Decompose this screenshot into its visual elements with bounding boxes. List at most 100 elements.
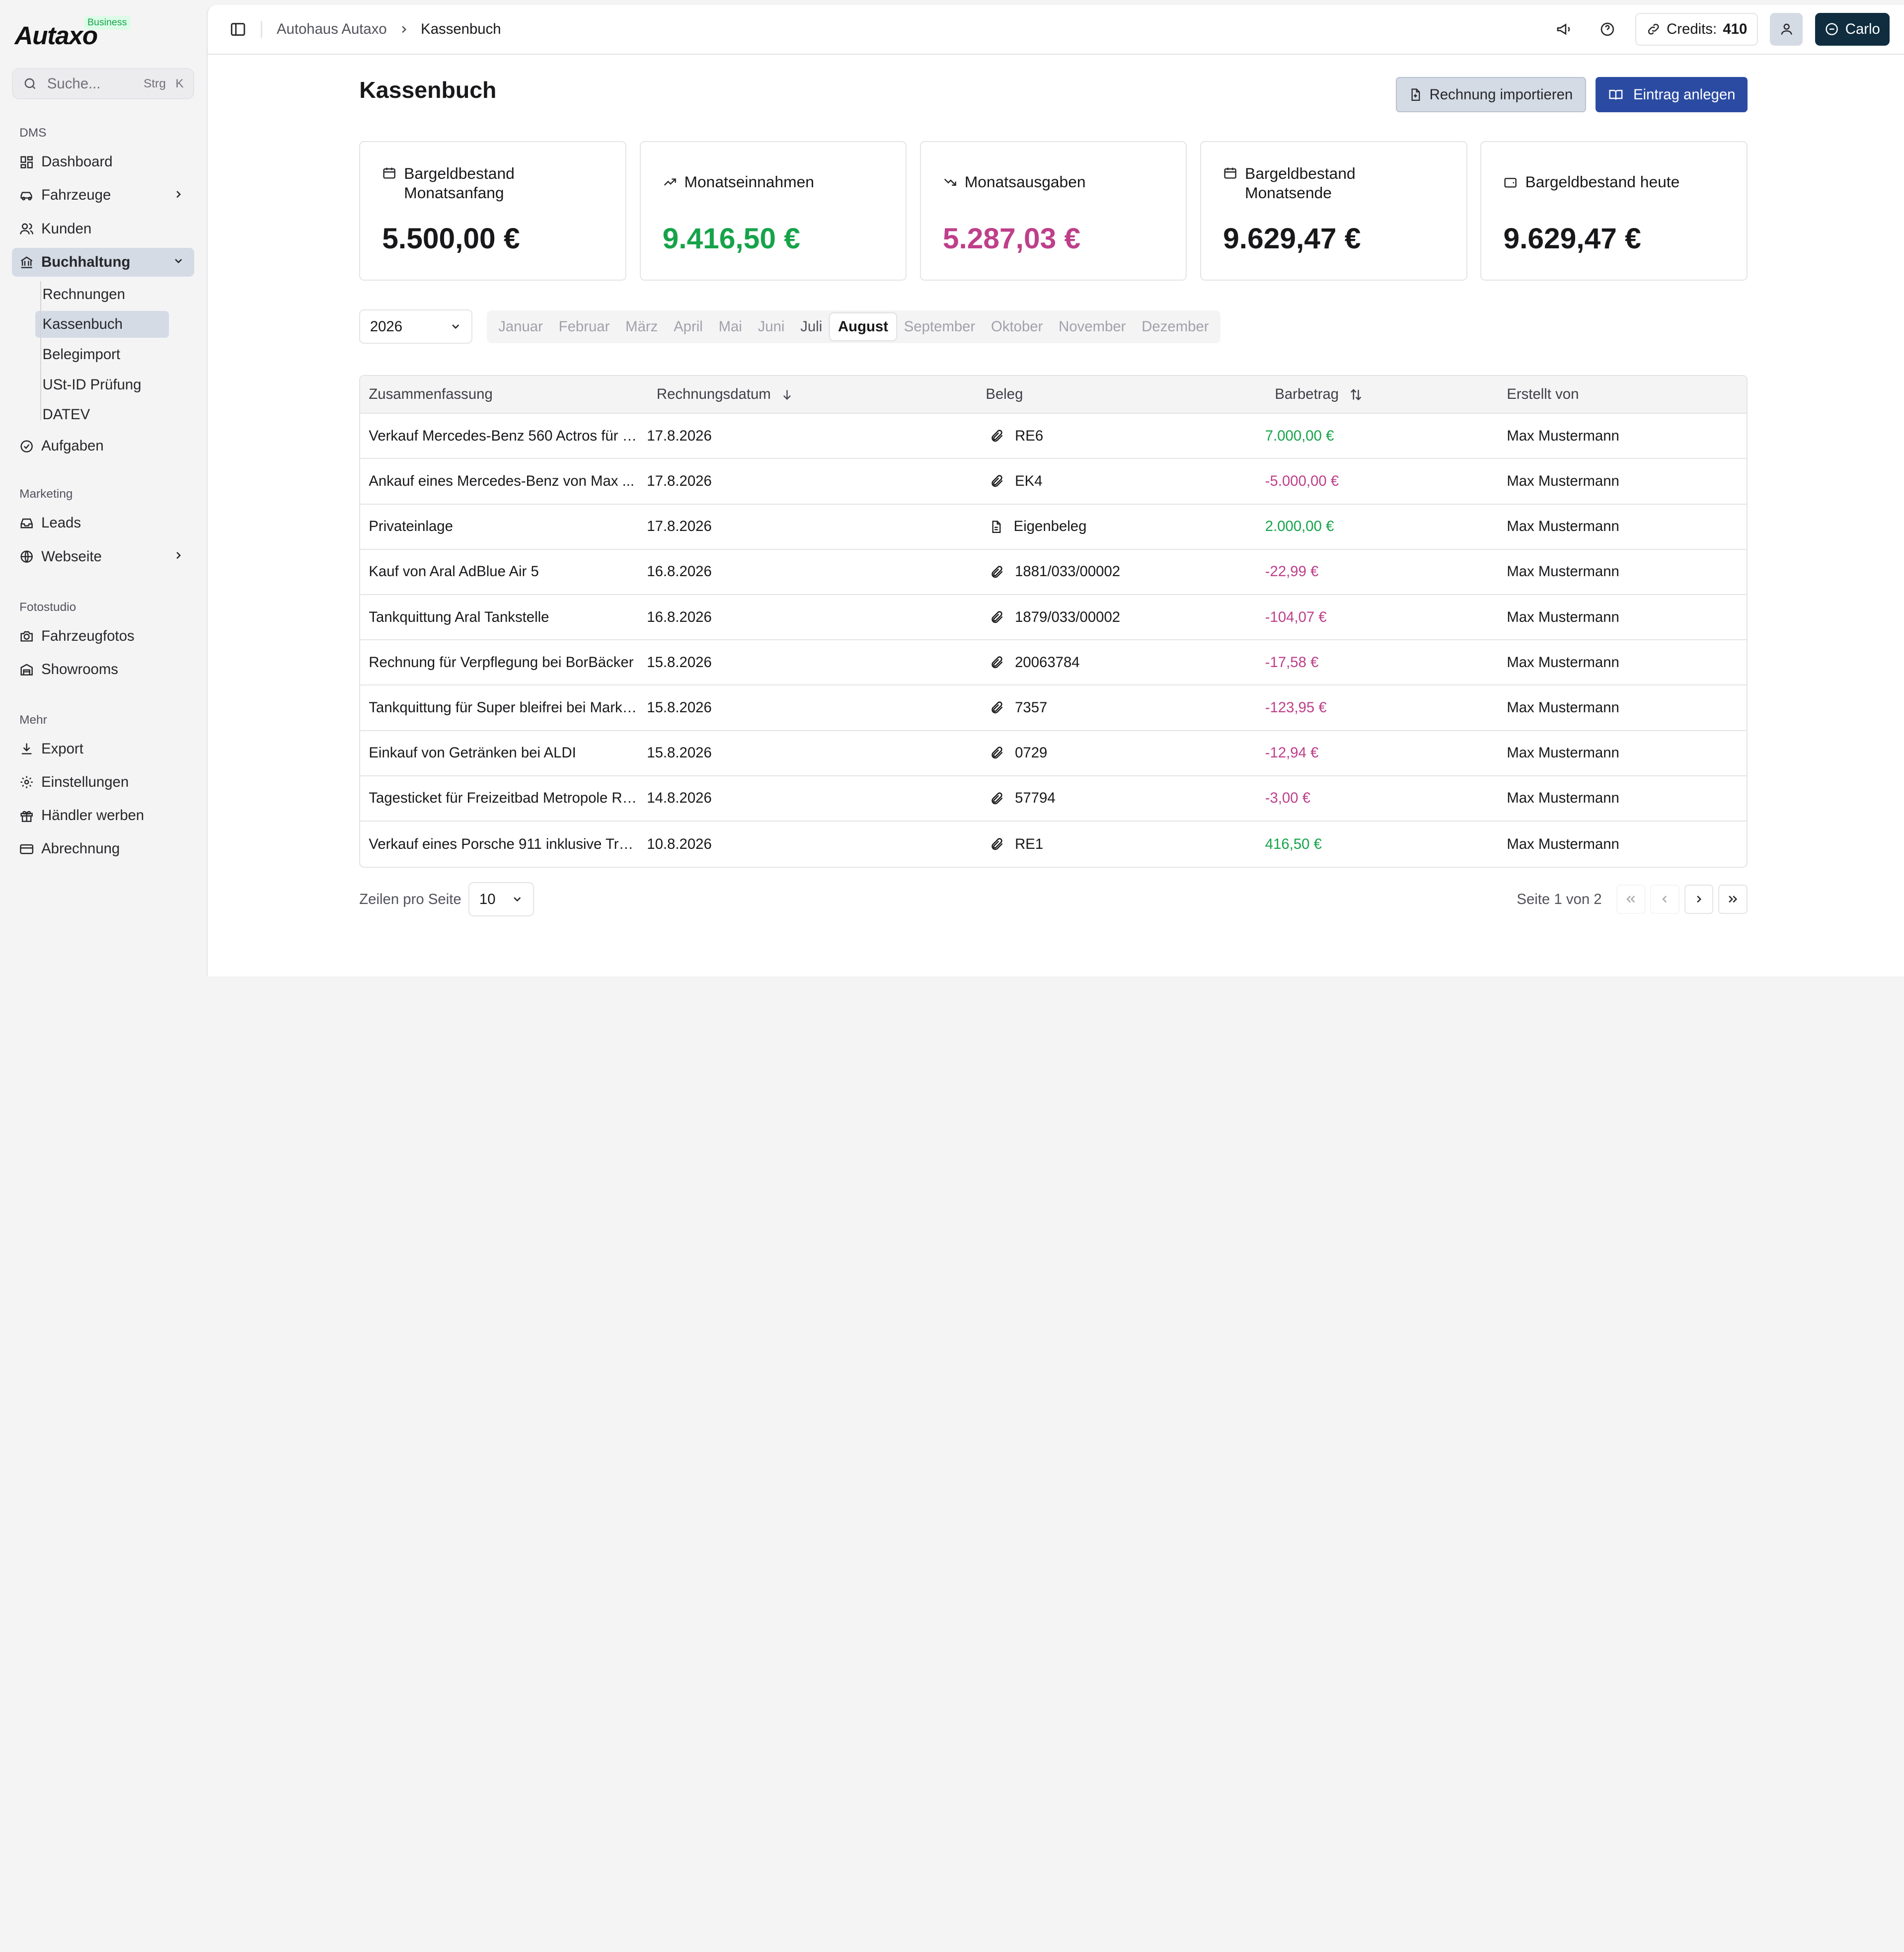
sidebar-item-label: Aufgaben xyxy=(41,438,104,454)
logo[interactable]: Autaxo Business xyxy=(14,12,194,48)
table-row[interactable]: Einkauf von Getränken bei ALDI15.8.20260… xyxy=(360,731,1747,776)
tab-month-juni[interactable]: Juni xyxy=(750,313,793,340)
main-panel: Autohaus Autaxo Kassenbuch Credits: 410 xyxy=(207,5,1904,976)
cell-summary: Einkauf von Getränken bei ALDI xyxy=(360,745,647,761)
app-root: Autaxo Business Suche... Strg K DMS Dash… xyxy=(0,0,1904,976)
tab-month-september[interactable]: September xyxy=(896,313,983,340)
next-page-button[interactable] xyxy=(1684,885,1714,914)
sidebar-item-fahrzeugfotos[interactable]: Fahrzeugfotos xyxy=(12,621,194,651)
cell-receipt[interactable]: 0729 xyxy=(986,745,1265,761)
cell-receipt[interactable]: 57794 xyxy=(986,790,1265,807)
sidebar-item-kunden[interactable]: Kunden xyxy=(12,214,194,243)
sidebar-item-rechnungen[interactable]: Rechnungen xyxy=(35,281,169,308)
wallet-calendar-icon xyxy=(382,166,396,180)
tab-month-november[interactable]: November xyxy=(1051,313,1134,340)
column-date[interactable]: Rechnungsdatum xyxy=(647,386,986,403)
help-icon xyxy=(1599,21,1615,37)
tab-month-august[interactable]: August xyxy=(830,313,896,340)
sidebar-item-einstellungen[interactable]: Einstellungen xyxy=(12,768,194,797)
breadcrumb-root[interactable]: Autohaus Autaxo xyxy=(277,21,387,38)
cell-receipt[interactable]: EK4 xyxy=(986,473,1265,490)
chevron-right-icon xyxy=(172,188,184,200)
table-row[interactable]: Tankquittung Aral Tankstelle16.8.2026187… xyxy=(360,595,1747,640)
announcement-button[interactable] xyxy=(1548,13,1580,45)
cell-receipt[interactable]: RE6 xyxy=(986,428,1265,445)
chevron-down-icon xyxy=(450,320,461,332)
year-select[interactable]: 2026 xyxy=(359,309,472,343)
first-page-button[interactable] xyxy=(1616,885,1646,914)
user-icon xyxy=(1779,22,1794,36)
cell-amount: 7.000,00 € xyxy=(1265,428,1507,445)
sidebar-item-ustid[interactable]: USt-ID Prüfung xyxy=(35,372,169,398)
cell-receipt[interactable]: 20063784 xyxy=(986,654,1265,671)
cell-amount: -12,94 € xyxy=(1265,745,1507,761)
tab-month-januar[interactable]: Januar xyxy=(490,313,550,340)
sidebar-item-export[interactable]: Export xyxy=(12,734,194,763)
sidebar-item-aufgaben[interactable]: Aufgaben xyxy=(12,432,194,461)
create-entry-button[interactable]: Eintrag anlegen xyxy=(1596,77,1748,112)
table-row[interactable]: Kauf von Aral AdBlue Air 516.8.20261881/… xyxy=(360,550,1747,595)
tab-month-dezember[interactable]: Dezember xyxy=(1134,313,1217,340)
sidebar-item-datev[interactable]: DATEV xyxy=(35,401,169,428)
tab-month-juli[interactable]: Juli xyxy=(792,313,830,340)
sidebar-item-abrechnung[interactable]: Abrechnung xyxy=(12,834,194,864)
wallet-icon xyxy=(1503,175,1518,189)
cell-receipt[interactable]: 1879/033/00002 xyxy=(986,609,1265,626)
search-shortcut-key: K xyxy=(175,77,183,91)
cell-receipt[interactable]: 1881/033/00002 xyxy=(986,563,1265,580)
rows-per-page-select[interactable]: 10 xyxy=(468,882,534,916)
table-row[interactable]: Tankquittung für Super bleifrei bei Mark… xyxy=(360,685,1747,731)
section-fotostudio: Fotostudio xyxy=(19,601,194,614)
sidebar-item-leads[interactable]: Leads xyxy=(12,509,194,538)
column-amount[interactable]: Barbetrag xyxy=(1265,386,1507,403)
card-cash-today: Bargeldbestand heute 9.629,47 € xyxy=(1480,141,1747,281)
tab-month-april[interactable]: April xyxy=(666,313,710,340)
last-page-button[interactable] xyxy=(1718,885,1748,914)
users-icon xyxy=(19,222,34,236)
sidebar-item-haendler-werben[interactable]: Händler werben xyxy=(12,801,194,830)
table-row[interactable]: Ankauf eines Mercedes-Benz von Max ...17… xyxy=(360,459,1747,504)
tab-month-maerz[interactable]: März xyxy=(617,313,666,340)
credits-button[interactable]: Credits: 410 xyxy=(1635,13,1758,46)
prev-page-button[interactable] xyxy=(1650,885,1679,914)
user-button[interactable] xyxy=(1770,13,1803,46)
tab-month-mai[interactable]: Mai xyxy=(711,313,750,340)
sidebar-item-webseite[interactable]: Webseite xyxy=(12,542,194,571)
table-body: Verkauf Mercedes-Benz 560 Actros für 1..… xyxy=(360,414,1747,867)
sidebar-toggle-icon[interactable] xyxy=(229,21,246,38)
import-invoice-button[interactable]: Rechnung importieren xyxy=(1396,77,1586,112)
sidebar-item-belegimport[interactable]: Belegimport xyxy=(35,341,169,368)
receipt-label: 20063784 xyxy=(1015,654,1080,671)
cell-receipt[interactable]: RE1 xyxy=(986,836,1265,853)
receipt-label: 57794 xyxy=(1015,790,1056,807)
help-button[interactable] xyxy=(1592,13,1623,45)
sidebar-item-showrooms[interactable]: Showrooms xyxy=(12,655,194,684)
table-row[interactable]: Verkauf Mercedes-Benz 560 Actros für 1..… xyxy=(360,414,1747,459)
table-row[interactable]: Verkauf eines Porsche 911 inklusive Tran… xyxy=(360,822,1747,867)
card-header: Monatseinnahmen xyxy=(663,164,884,203)
sidebar-item-dashboard[interactable]: Dashboard xyxy=(12,148,194,177)
table-row[interactable]: Rechnung für Verpflegung bei BorBäcker15… xyxy=(360,640,1747,685)
search-input[interactable]: Suche... Strg K xyxy=(12,68,194,100)
receipt-label: EK4 xyxy=(1015,473,1042,490)
account-button[interactable]: Carlo xyxy=(1815,13,1890,46)
sidebar-item-kassenbuch[interactable]: Kassenbuch xyxy=(35,311,169,338)
tab-month-oktober[interactable]: Oktober xyxy=(983,313,1051,340)
table-row[interactable]: Tagesticket für Freizeitbad Metropole Ru… xyxy=(360,776,1747,822)
cell-receipt[interactable]: Eigenbeleg xyxy=(986,518,1265,535)
business-badge: Business xyxy=(84,16,131,30)
cell-receipt[interactable]: 7357 xyxy=(986,699,1265,716)
cell-created-by: Max Mustermann xyxy=(1507,790,1747,807)
sidebar: Autaxo Business Suche... Strg K DMS Dash… xyxy=(0,0,207,976)
card-header: Monatsausgaben xyxy=(943,164,1164,203)
card-label: Bargeldbestand Monatsende xyxy=(1245,164,1444,203)
tab-month-februar[interactable]: Februar xyxy=(551,313,617,340)
receipt-label: 1881/033/00002 xyxy=(1015,563,1120,580)
section-dms: DMS xyxy=(19,126,194,140)
globe-icon xyxy=(19,549,34,564)
sidebar-item-fahrzeuge[interactable]: Fahrzeuge xyxy=(12,181,194,210)
cell-amount: -22,99 € xyxy=(1265,563,1507,580)
paperclip-icon xyxy=(990,700,1004,715)
table-row[interactable]: Privateinlage17.8.2026Eigenbeleg2.000,00… xyxy=(360,505,1747,550)
sidebar-item-buchhaltung[interactable]: Buchhaltung xyxy=(12,248,194,277)
